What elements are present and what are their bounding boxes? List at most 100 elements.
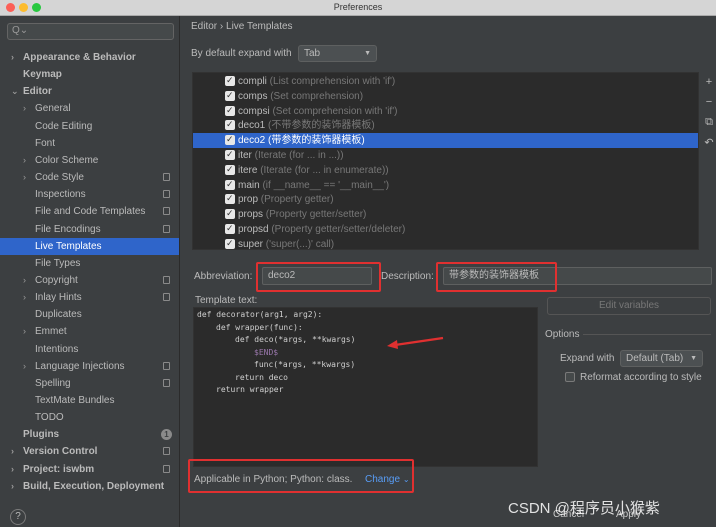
code-line: return wrapper [216,385,284,394]
sidebar-item[interactable]: File and Code Templates [0,203,179,220]
options-label: Options [545,329,580,340]
expand-with-select[interactable]: Default (Tab) ▼ [620,350,703,367]
chevron-right-icon[interactable]: › [11,461,14,478]
sidebar-item[interactable]: › Appearance & Behavior [0,49,179,66]
sidebar-item[interactable]: Live Templates [0,237,179,255]
sidebar-item[interactable]: File Encodings [0,221,179,238]
chevron-right-icon[interactable]: › [11,478,14,495]
sidebar-item[interactable]: Duplicates [0,306,179,323]
edit-variables-button[interactable]: Edit variables [547,297,711,315]
sidebar-item[interactable]: › Version Control [0,443,179,460]
template-text-editor[interactable]: def decorator(arg1, arg2): def wrapper(fu… [193,307,538,467]
code-line: def wrapper(func): [216,322,303,332]
code-line: $END$ [254,347,279,357]
chevron-right-icon[interactable]: › [23,323,26,340]
template-text: comps (Set comprehension) [238,89,363,104]
template-description: (Property getter) [258,194,334,206]
sidebar-item-label: TODO [35,412,64,424]
chevron-right-icon[interactable]: › [23,152,26,169]
template-enabled-checkbox[interactable] [225,162,235,177]
template-text: itere (Iterate (for ... in enumerate)) [238,163,389,178]
description-label: Description: [381,271,434,282]
reformat-checkbox[interactable] [565,372,575,382]
sidebar-item-label: Emmet [35,326,67,338]
copy-icon[interactable]: ⧉ [703,116,715,129]
sidebar-item[interactable]: Font [0,135,179,152]
template-row[interactable]: iter (Iterate (for ... in ...)) [193,147,698,163]
sidebar-item[interactable]: TODO [0,409,179,426]
sidebar-item[interactable]: TextMate Bundles [0,392,179,409]
sidebar-item[interactable]: Code Editing [0,118,179,135]
sidebar-item[interactable]: › Build, Execution, Deployment [0,478,179,495]
expand-select[interactable]: Tab ▼ [298,45,377,62]
template-row[interactable]: main (if __name__ == '__main__') [193,177,698,193]
sidebar-item-label: Code Editing [35,120,93,132]
template-enabled-checkbox[interactable] [225,206,235,221]
template-row[interactable]: compsi (Set comprehension with 'if') [193,103,698,119]
template-row[interactable]: comps (Set comprehension) [193,88,698,104]
sidebar-item[interactable]: Plugins 1 [0,426,179,443]
template-abbreviation: prop [238,194,259,206]
updates-badge: 1 [161,429,172,441]
sidebar-item-label: Build, Execution, Deployment [23,480,165,492]
chevron-right-icon[interactable]: › [11,443,14,460]
template-row[interactable]: itere (Iterate (for ... in enumerate)) [193,162,698,178]
template-enabled-checkbox[interactable] [225,88,235,103]
template-enabled-checkbox[interactable] [225,236,235,251]
template-enabled-checkbox[interactable] [225,221,235,236]
template-enabled-checkbox[interactable] [225,177,235,192]
template-abbreviation: compsi [238,105,270,117]
template-row[interactable]: props (Property getter/setter) [193,206,698,222]
annotation-arrow [387,336,444,349]
sidebar-item[interactable]: › Color Scheme [0,152,179,169]
chevron-right-icon[interactable]: › [23,289,26,306]
sidebar-item[interactable]: › Project: iswbm [0,461,179,478]
template-row[interactable]: propsd (Property getter/setter/deleter) [193,221,698,237]
template-text: compsi (Set comprehension with 'if') [238,104,397,119]
breadcrumb: Editor › Live Templates [191,21,293,32]
chevron-down-icon: ▼ [690,355,697,362]
template-description: (带参数的装饰器模板) [265,135,365,147]
sidebar-item-label: Editor [23,86,52,98]
template-abbreviation: comps [238,90,268,102]
remove-icon[interactable]: − [703,96,715,108]
template-row[interactable]: super ('super(...)' call) [193,236,698,252]
help-icon[interactable]: ? [10,509,26,525]
template-enabled-checkbox[interactable] [225,147,235,162]
project-scope-icon [163,207,170,216]
chevron-down-icon[interactable]: ⌄ [11,83,19,100]
search-input[interactable]: Q⌄ [7,23,174,40]
template-enabled-checkbox[interactable] [225,73,235,88]
template-row[interactable]: deco2 (带参数的装饰器模板) [193,132,698,149]
revert-icon[interactable]: ↶ [703,136,715,149]
template-enabled-checkbox[interactable] [225,132,235,147]
sidebar-item[interactable]: File Types [0,255,179,272]
template-row[interactable]: prop (Property getter) [193,191,698,207]
chevron-right-icon[interactable]: › [23,272,26,289]
chevron-right-icon[interactable]: › [23,358,26,375]
sidebar-item[interactable]: › General [0,100,179,117]
watermark: CSDN @程序员小猴紫 [508,500,660,517]
template-enabled-checkbox[interactable] [225,103,235,118]
sidebar-item[interactable]: › Inlay Hints [0,289,179,306]
template-enabled-checkbox[interactable] [225,191,235,206]
sidebar-item[interactable]: Inspections [0,186,179,203]
sidebar-item[interactable]: › Emmet [0,323,179,340]
template-text: super ('super(...)' call) [238,237,334,252]
annotation-box-abbreviation [256,262,381,292]
sidebar-item[interactable]: › Copyright [0,272,179,289]
template-enabled-checkbox[interactable] [225,117,235,132]
chevron-right-icon[interactable]: › [23,169,26,186]
sidebar-item[interactable]: Keymap [0,66,179,83]
chevron-right-icon[interactable]: › [23,100,26,117]
add-icon[interactable]: + [703,76,715,88]
template-row[interactable]: compli (List comprehension with 'if') [193,73,698,89]
chevron-right-icon[interactable]: › [11,49,14,66]
sidebar-item[interactable]: › Code Style [0,169,179,186]
sidebar-item[interactable]: Intentions [0,341,179,358]
sidebar-item[interactable]: › Language Injections [0,358,179,375]
template-description: (不带参数的装饰器模板) [265,120,375,132]
sidebar-item[interactable]: ⌄ Editor [0,83,179,100]
sidebar-item[interactable]: Spelling [0,375,179,392]
template-row[interactable]: deco1 (不带参数的装饰器模板) [193,117,698,133]
